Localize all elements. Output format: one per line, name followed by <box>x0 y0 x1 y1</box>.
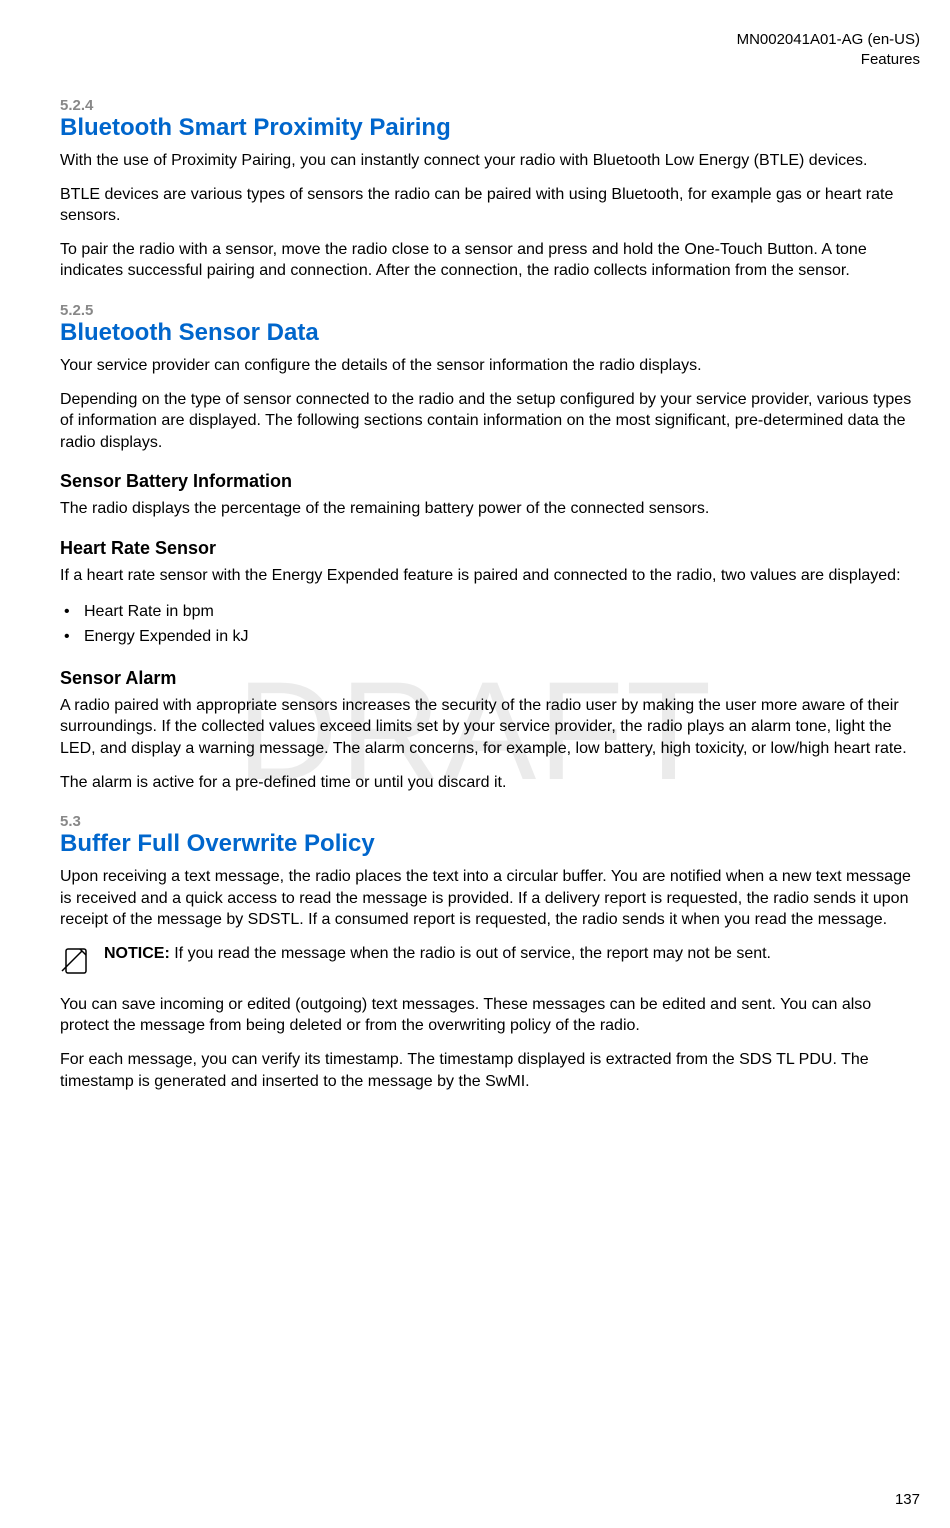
bullet-list: Heart Rate in bpm Energy Expended in kJ <box>60 599 920 650</box>
notice-text: NOTICE: If you read the message when the… <box>104 943 771 965</box>
list-item: Heart Rate in bpm <box>60 599 920 625</box>
notice-icon <box>60 945 92 982</box>
paragraph: The alarm is active for a pre-defined ti… <box>60 772 920 794</box>
subsection-title-alarm: Sensor Alarm <box>60 668 920 689</box>
paragraph: A radio paired with appropriate sensors … <box>60 695 920 760</box>
paragraph: You can save incoming or edited (outgoin… <box>60 994 920 1037</box>
notice-block: NOTICE: If you read the message when the… <box>60 943 920 982</box>
paragraph: For each message, you can verify its tim… <box>60 1049 920 1092</box>
section-number-525: 5.2.5 <box>60 302 920 319</box>
paragraph: Upon receiving a text message, the radio… <box>60 866 920 931</box>
section-title-53: Buffer Full Overwrite Policy <box>60 830 920 858</box>
section-number-524: 5.2.4 <box>60 97 920 114</box>
header-section: Features <box>60 50 920 70</box>
paragraph: To pair the radio with a sensor, move th… <box>60 239 920 282</box>
paragraph: Your service provider can configure the … <box>60 355 920 377</box>
section-title-525: Bluetooth Sensor Data <box>60 319 920 347</box>
page-header: MN002041A01-AG (en-US) Features <box>60 30 920 69</box>
doc-id: MN002041A01-AG (en-US) <box>60 30 920 50</box>
notice-body: If you read the message when the radio i… <box>170 945 771 962</box>
section-number-53: 5.3 <box>60 813 920 830</box>
page-number: 137 <box>895 1491 920 1508</box>
section-title-524: Bluetooth Smart Proximity Pairing <box>60 114 920 142</box>
subsection-title-heartrate: Heart Rate Sensor <box>60 538 920 559</box>
paragraph: Depending on the type of sensor connecte… <box>60 389 920 454</box>
notice-label: NOTICE: <box>104 945 170 962</box>
paragraph: The radio displays the percentage of the… <box>60 498 920 520</box>
paragraph: With the use of Proximity Pairing, you c… <box>60 150 920 172</box>
list-item: Energy Expended in kJ <box>60 624 920 650</box>
subsection-title-battery: Sensor Battery Information <box>60 471 920 492</box>
paragraph: BTLE devices are various types of sensor… <box>60 184 920 227</box>
paragraph: If a heart rate sensor with the Energy E… <box>60 565 920 587</box>
